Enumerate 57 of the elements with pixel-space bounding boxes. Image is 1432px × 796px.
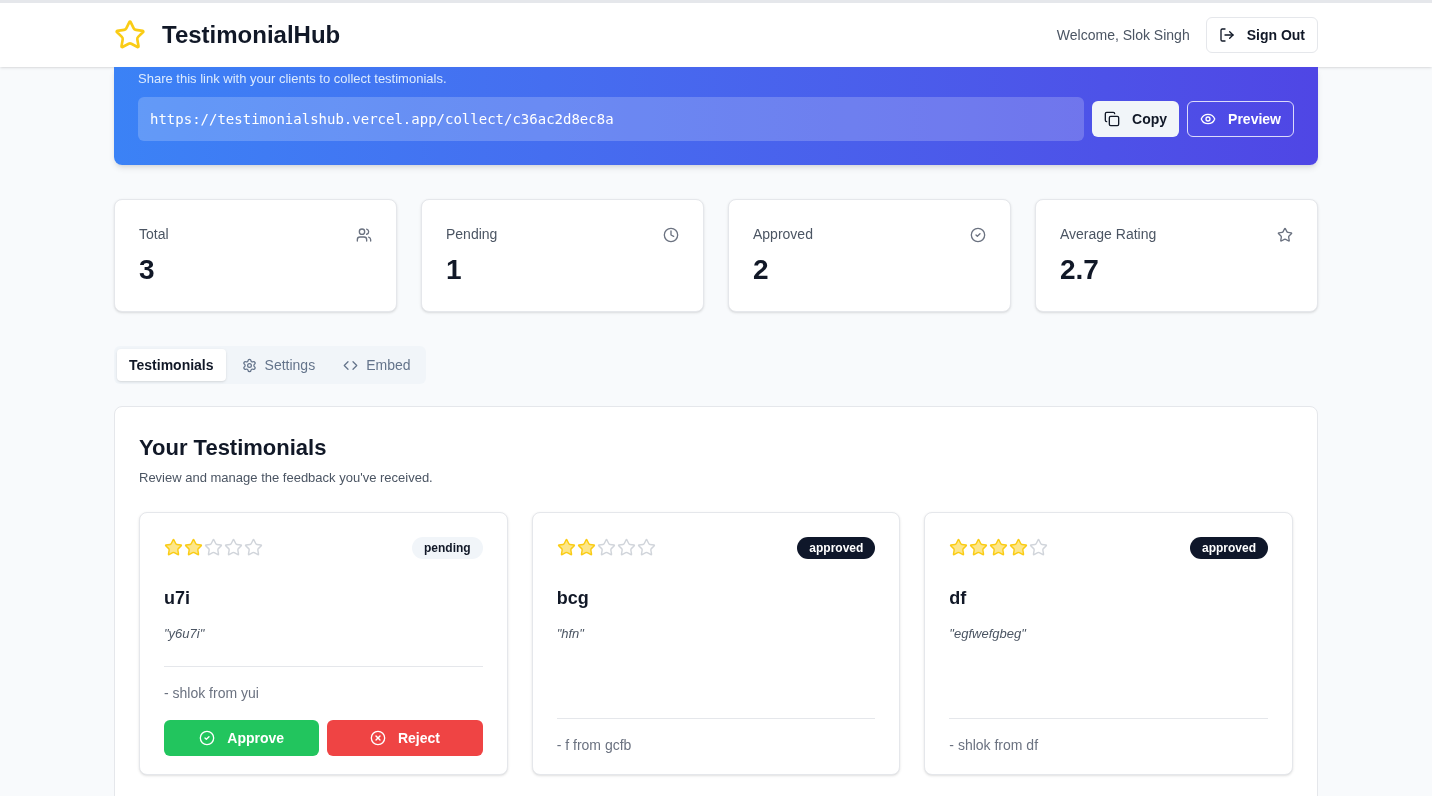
- filled-star-icon: [576, 538, 596, 557]
- empty-star-icon: [636, 538, 656, 557]
- check-circle-icon: [970, 226, 986, 243]
- testimonial-title: u7i: [164, 586, 191, 610]
- panel-subtitle: Review and manage the feedback you've received.: [139, 469, 434, 487]
- filled-star-icon: [969, 538, 989, 557]
- copy-button[interactable]: Copy: [1092, 101, 1180, 137]
- check-circle-icon: [199, 730, 216, 746]
- sign-out-button[interactable]: Sign Out: [1205, 17, 1318, 53]
- brand-name: TestimonialHub: [162, 20, 341, 50]
- link-field[interactable]: https://testimonialshub.vercel.app/collect/c36ac2d8ec8a: [138, 97, 1085, 141]
- testimonial-quote: "y6u7i": [164, 624, 206, 643]
- testimonial-author: - shlok from yui: [164, 684, 260, 703]
- testimonial-title: bcg: [556, 586, 590, 610]
- welcome-text: Welcome, Slok Singh: [1056, 25, 1190, 45]
- status-badge: pending: [412, 536, 483, 559]
- preview-button[interactable]: Preview: [1187, 101, 1294, 137]
- star-icon: [1277, 226, 1293, 243]
- stat-label: Approved: [753, 225, 813, 244]
- star-logo-icon: [114, 19, 146, 51]
- tab[interactable]: Testimonials: [117, 349, 226, 381]
- filled-star-icon: [949, 538, 969, 557]
- clock-icon: [663, 226, 679, 243]
- stat-value: 3: [139, 253, 156, 287]
- settings-icon: [241, 357, 257, 373]
- testimonial-title: df: [949, 586, 968, 610]
- stat-label: Pending: [446, 225, 498, 244]
- empty-star-icon: [616, 538, 636, 557]
- filled-star-icon: [164, 538, 183, 557]
- users-icon: [356, 226, 372, 243]
- stat-value: 2: [753, 253, 770, 287]
- testimonial-quote: "egfwefgbeg": [949, 624, 1028, 643]
- testimonial-author: - shlok from df: [949, 735, 1040, 755]
- stat-value: 2.7: [1060, 253, 1100, 287]
- panel-title: Your Testimonials: [139, 434, 328, 462]
- filled-star-icon: [989, 538, 1009, 557]
- filled-star-icon: [1009, 538, 1029, 557]
- approve-button[interactable]: Approve: [164, 720, 320, 756]
- eye-icon: [1200, 111, 1217, 127]
- stat-label: Total: [139, 225, 169, 244]
- empty-star-icon: [244, 538, 263, 557]
- x-circle-icon: [369, 730, 386, 746]
- status-badge: approved: [1189, 536, 1268, 559]
- filled-star-icon: [184, 538, 203, 557]
- empty-star-icon: [224, 538, 243, 557]
- tab[interactable]: Embed: [331, 349, 423, 381]
- testimonial-author: - f from gcfb: [556, 735, 633, 755]
- sign-out-icon: [1218, 27, 1235, 43]
- testimonial-quote: "hfn": [556, 624, 586, 643]
- stat-label: Average Rating: [1060, 225, 1157, 244]
- reject-button[interactable]: Reject: [327, 720, 483, 756]
- tab[interactable]: Settings: [229, 349, 328, 381]
- copy-icon: [1104, 111, 1121, 127]
- filled-star-icon: [556, 538, 576, 557]
- status-badge: approved: [797, 536, 876, 559]
- stat-value: 1: [446, 253, 463, 287]
- banner-subtitle: Share this link with your clients to collect testimonials.: [138, 71, 448, 87]
